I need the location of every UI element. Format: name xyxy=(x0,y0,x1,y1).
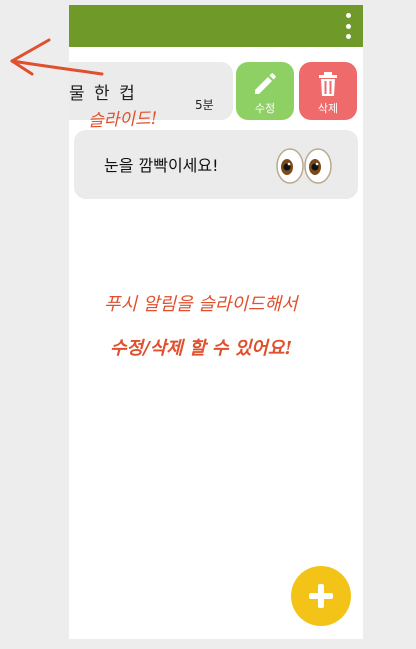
annotation-instruction-line1: 푸시 알림을 슬라이드해서 xyxy=(104,294,298,315)
edit-label: 수정 xyxy=(254,102,276,115)
annotation-slide: 슬라이드! xyxy=(87,108,158,132)
notification-title: 물 한 컵 xyxy=(69,84,137,104)
app-bar xyxy=(69,5,363,47)
notification-text: 눈을 깜빡이세요! xyxy=(104,156,219,175)
plus-icon xyxy=(309,584,333,608)
edit-button[interactable]: 수정 xyxy=(236,62,294,120)
pencil-icon xyxy=(236,69,294,99)
notification-card[interactable]: 눈을 깜빡이세요! xyxy=(74,130,358,199)
more-vert-icon[interactable] xyxy=(342,13,354,39)
app-screen: 물 한 컵 5분 수정 삭제 눈을 깜빡이세요! xyxy=(69,5,363,639)
notification-time: 5분 xyxy=(195,98,214,112)
add-button[interactable] xyxy=(291,566,351,626)
eyes-emoji-icon xyxy=(276,148,332,184)
delete-label: 삭제 xyxy=(317,102,339,115)
delete-button[interactable]: 삭제 xyxy=(299,62,357,120)
trash-icon xyxy=(299,69,357,99)
annotation-instruction-line2: 수정/삭제 할 수 있어요! xyxy=(110,338,293,359)
swipe-arrow-icon xyxy=(10,38,104,76)
